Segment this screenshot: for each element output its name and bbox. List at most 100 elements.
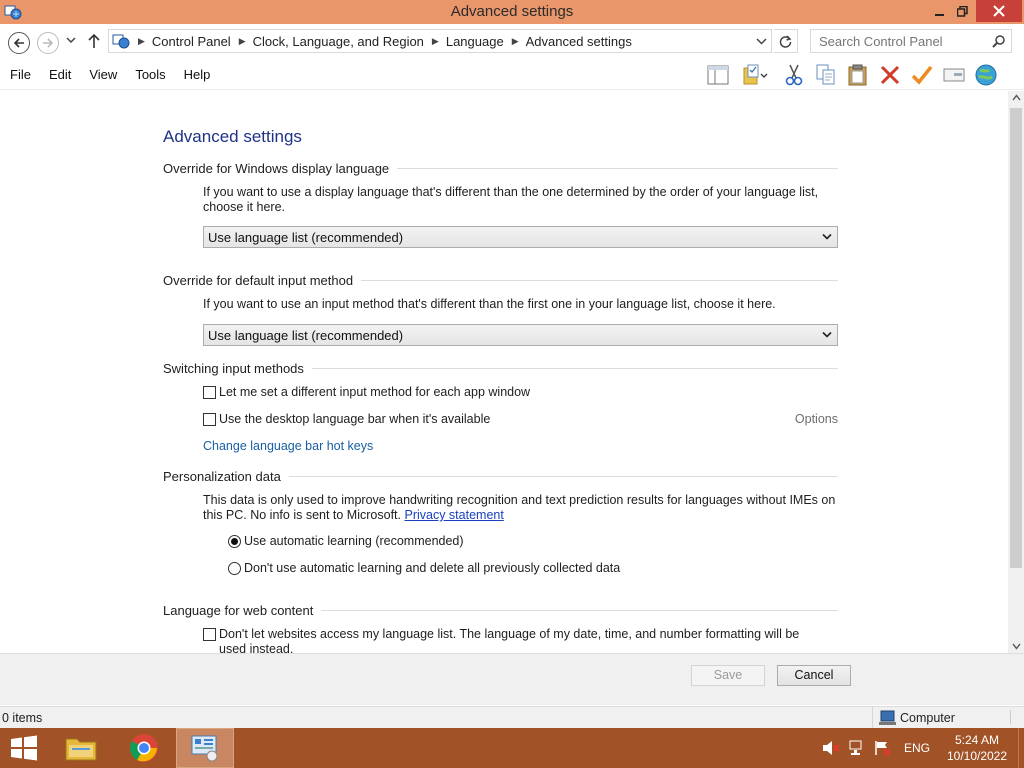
- address-bar[interactable]: ▶ Control Panel ▶ Clock, Language, and R…: [108, 29, 772, 53]
- menu-tools[interactable]: Tools: [126, 67, 174, 82]
- web-content-checkbox[interactable]: [203, 628, 216, 641]
- language-bar-checkbox[interactable]: [203, 412, 216, 426]
- section-heading: Language for web content: [163, 601, 838, 619]
- automatic-learning-radio[interactable]: [228, 534, 241, 548]
- breadcrumb-advanced-settings[interactable]: Advanced settings: [526, 34, 632, 49]
- paste-button[interactable]: [842, 61, 874, 89]
- scrollbar-thumb[interactable]: [1010, 108, 1022, 568]
- breadcrumb-clock-language-region[interactable]: Clock, Language, and Region: [253, 34, 424, 49]
- personalization-section: Personalization data This data is only u…: [163, 467, 838, 575]
- menu-view[interactable]: View: [80, 67, 126, 82]
- forward-button[interactable]: [37, 32, 59, 54]
- display-language-heading: Override for Windows display language: [163, 160, 390, 176]
- status-location-label: Computer: [900, 710, 955, 725]
- breadcrumb: ▶ Control Panel ▶ Clock, Language, and R…: [130, 34, 632, 49]
- per-app-input-checkbox[interactable]: [203, 385, 216, 399]
- recent-locations-chevron-icon[interactable]: [66, 36, 76, 44]
- cut-button[interactable]: [778, 61, 810, 89]
- search-box[interactable]: [810, 29, 1012, 53]
- chevron-down-icon: [822, 331, 832, 338]
- no-learning-label[interactable]: Don't use automatic learning and delete …: [244, 561, 620, 575]
- checkmark-button[interactable]: [906, 61, 938, 89]
- menu-help[interactable]: Help: [175, 67, 220, 82]
- chevron-right-icon[interactable]: ▶: [432, 36, 439, 47]
- input-method-select[interactable]: Use language list (recommended): [203, 324, 838, 346]
- no-learning-radio-row[interactable]: Don't use automatic learning and delete …: [228, 561, 620, 575]
- scroll-down-icon[interactable]: [1012, 643, 1021, 650]
- rename-icon: [943, 68, 965, 82]
- per-app-input-checkbox-row[interactable]: Let me set a different input method for …: [203, 385, 530, 399]
- close-button[interactable]: [976, 0, 1022, 22]
- language-bar-label[interactable]: Use the desktop language bar when it's a…: [219, 412, 490, 426]
- web-content-label[interactable]: Don't let websites access my language li…: [219, 627, 823, 653]
- button-bar: Save Cancel: [0, 653, 1024, 705]
- up-arrow-icon[interactable]: [87, 33, 101, 49]
- automatic-learning-label[interactable]: Use automatic learning (recommended): [244, 534, 464, 548]
- control-panel-icon: [112, 34, 130, 49]
- scroll-up-icon[interactable]: [1012, 94, 1021, 101]
- chevron-right-icon[interactable]: ▶: [239, 36, 246, 47]
- refresh-button[interactable]: [774, 29, 798, 53]
- divider: [361, 279, 838, 281]
- breadcrumb-language[interactable]: Language: [446, 34, 504, 49]
- vertical-scrollbar[interactable]: [1008, 91, 1024, 653]
- switching-section: Switching input methods Let me set a dif…: [163, 359, 838, 453]
- breadcrumb-control-panel[interactable]: Control Panel: [152, 34, 231, 49]
- options-link[interactable]: Options: [795, 412, 838, 426]
- menu-bar: File Edit View Tools Help: [0, 67, 219, 82]
- delete-button[interactable]: [874, 61, 906, 89]
- search-icon[interactable]: [992, 35, 1005, 48]
- menu-edit[interactable]: Edit: [40, 67, 80, 82]
- display-language-select[interactable]: Use language list (recommended): [203, 226, 838, 248]
- personalization-description: This data is only used to improve handwr…: [203, 493, 838, 523]
- privacy-statement-link[interactable]: Privacy statement: [404, 508, 503, 522]
- rename-button[interactable]: [938, 61, 970, 89]
- language-bar-checkbox-row[interactable]: Use the desktop language bar when it's a…: [203, 412, 490, 426]
- input-method-heading: Override for default input method: [163, 272, 354, 288]
- resize-grip[interactable]: [1010, 710, 1022, 724]
- copy-button[interactable]: [810, 61, 842, 89]
- cut-icon: [785, 64, 803, 86]
- cancel-button[interactable]: Cancel: [777, 665, 851, 686]
- delete-icon: [880, 65, 900, 85]
- divider: [321, 609, 838, 611]
- web-content-checkbox-row[interactable]: Don't let websites access my language li…: [203, 627, 823, 653]
- action-center-button[interactable]: [872, 737, 894, 759]
- start-button[interactable]: [0, 728, 48, 768]
- globe-button[interactable]: [970, 61, 1002, 89]
- input-language-indicator[interactable]: ENG: [904, 741, 930, 755]
- search-input[interactable]: [811, 30, 981, 52]
- taskbar-control-panel[interactable]: [176, 728, 234, 768]
- status-location: Computer: [872, 707, 955, 728]
- display-language-description: If you want to use a display language th…: [203, 185, 819, 214]
- address-history-chevron-icon[interactable]: [756, 35, 767, 47]
- save-button[interactable]: Save: [691, 665, 765, 686]
- personalization-description-text: This data is only used to improve handwr…: [203, 493, 836, 522]
- preview-pane-icon: [707, 65, 729, 85]
- restore-button[interactable]: [947, 0, 977, 22]
- show-desktop-button[interactable]: [1018, 728, 1024, 768]
- taskbar-chrome[interactable]: [115, 728, 173, 768]
- taskbar-file-explorer[interactable]: [52, 728, 110, 768]
- window-title: Advanced settings: [450, 3, 574, 20]
- clock[interactable]: 5:24 AM 10/10/2022: [942, 732, 1012, 764]
- no-learning-radio[interactable]: [228, 561, 241, 575]
- preview-pane-button[interactable]: [702, 61, 734, 89]
- network-button[interactable]: [846, 737, 868, 759]
- chevron-right-icon[interactable]: ▶: [512, 36, 519, 47]
- clock-time: 5:24 AM: [954, 733, 1000, 747]
- automatic-learning-radio-row[interactable]: Use automatic learning (recommended): [228, 534, 464, 548]
- properties-icon: [743, 64, 768, 85]
- change-hotkeys-link[interactable]: Change language bar hot keys: [203, 439, 373, 453]
- properties-button[interactable]: [734, 61, 778, 89]
- per-app-input-label[interactable]: Let me set a different input method for …: [219, 385, 530, 399]
- chevron-down-icon: [822, 233, 832, 240]
- volume-muted-button[interactable]: [820, 737, 842, 759]
- system-tray: ENG 5:24 AM 10/10/2022: [820, 728, 1024, 768]
- item-count: 0 items: [2, 711, 43, 725]
- menu-file[interactable]: File: [0, 67, 40, 82]
- back-button[interactable]: [8, 32, 30, 54]
- section-heading: Personalization data: [163, 467, 838, 485]
- display-language-section: Override for Windows display language If…: [163, 159, 838, 248]
- chevron-right-icon[interactable]: ▶: [138, 36, 145, 47]
